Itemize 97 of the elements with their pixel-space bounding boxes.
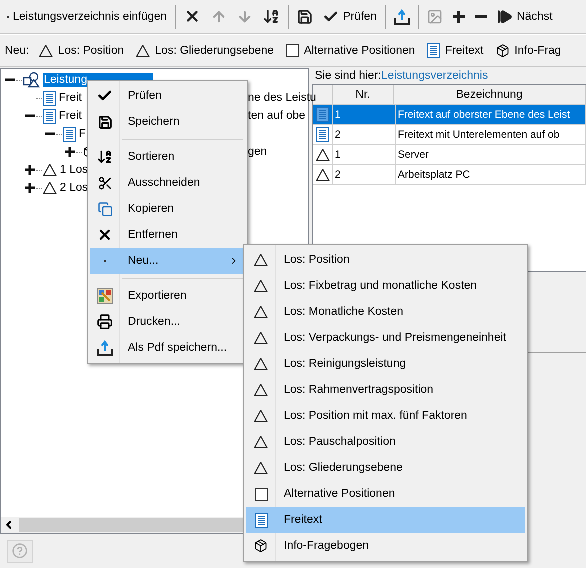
triangle-icon <box>254 436 268 448</box>
document-icon <box>316 127 329 142</box>
document-icon <box>254 512 268 528</box>
new-item-button[interactable]: Los: Gliederungsebene <box>134 42 276 58</box>
triangle-icon <box>43 182 57 194</box>
menu-item[interactable]: Kopieren <box>90 196 245 222</box>
toolbar-button[interactable]: Nächst <box>492 4 558 28</box>
new-item-button[interactable]: Alternative Positionen <box>284 42 418 59</box>
expand-icon[interactable] <box>25 165 35 175</box>
tree-item-text: ne des Leistu <box>248 92 316 104</box>
save-icon <box>98 114 112 130</box>
menu-item[interactable]: Los: Pauschalposition <box>246 429 525 455</box>
help-icon <box>12 543 28 559</box>
image-icon <box>426 8 443 24</box>
menu-item[interactable]: Los: Fixbetrag und monatliche Kosten <box>246 273 525 299</box>
triangle-icon <box>254 384 268 396</box>
tree-item[interactable]: 1 Los <box>59 163 90 177</box>
triangle-icon <box>254 410 268 422</box>
breadcrumb-link[interactable]: Leistungsverzeichnis <box>381 70 488 82</box>
menu-item[interactable]: Alternative Positionen <box>246 481 525 507</box>
table-cell: Freitext auf oberster Ebene des Leist <box>396 105 586 124</box>
expand-icon[interactable] <box>25 183 35 193</box>
menu-item[interactable]: Los: Verpackungs- und Preismengeneinheit <box>246 325 525 351</box>
export-icon <box>97 288 113 304</box>
triangle-icon <box>316 148 330 160</box>
tree-item-text: gen <box>248 146 268 158</box>
document-icon <box>63 126 76 142</box>
tree-item[interactable]: F <box>78 127 88 141</box>
new-item-button[interactable]: Freitext <box>425 41 486 60</box>
copy-icon <box>98 202 112 216</box>
triangle-icon <box>254 254 268 266</box>
document-icon <box>43 108 56 124</box>
step-forward-icon <box>496 8 513 24</box>
table-cell: Freitext mit Unterelementen auf ob <box>396 125 586 144</box>
triangle-icon <box>254 332 268 344</box>
minus-icon <box>474 15 487 18</box>
box-icon <box>254 539 268 553</box>
column-header[interactable]: Nr. <box>333 85 394 104</box>
upload-icon <box>97 340 113 356</box>
triangle-icon <box>254 462 268 474</box>
scissors-icon <box>98 176 112 190</box>
close-icon <box>97 227 113 243</box>
document-icon <box>43 90 56 106</box>
breadcrumb-label: Sie sind hier: <box>315 70 382 82</box>
menu-item[interactable]: Los: Reinigungsleistung <box>246 351 525 377</box>
triangle-icon <box>254 280 268 292</box>
toolbar-button[interactable]: Leistungsverzeichnis einfügen <box>2 6 172 26</box>
expand-icon[interactable] <box>65 147 75 157</box>
box-icon <box>496 44 510 58</box>
checkbox-icon <box>254 488 268 500</box>
menu-item[interactable]: Prüfen <box>90 83 245 109</box>
save-icon <box>297 8 314 24</box>
document-icon <box>316 107 329 122</box>
sort-icon <box>263 8 280 25</box>
menu-item[interactable]: Los: Gliederungsebene <box>246 455 525 481</box>
menu-item[interactable]: Ausschneiden <box>90 170 245 196</box>
table-cell: 1 <box>333 105 396 124</box>
new-item-button[interactable]: Info-Frag <box>494 42 564 60</box>
tree-item[interactable]: 2 Los <box>59 181 90 195</box>
tree-item[interactable]: Freit <box>58 91 83 105</box>
menu-item[interactable]: Los: Monatliche Kosten <box>246 299 525 325</box>
table-cell: 1 <box>333 145 396 164</box>
table-cell: 2 <box>333 165 396 184</box>
menu-item[interactable]: Freitext <box>246 507 525 533</box>
menu-item[interactable]: Los: Rahmenvertragsposition <box>246 377 525 403</box>
printer-icon <box>97 314 113 330</box>
shapes-icon <box>23 72 41 88</box>
triangle-icon <box>136 44 150 56</box>
new-item-button[interactable]: Los: Position <box>37 42 126 58</box>
tree-item[interactable]: Freit <box>58 109 83 123</box>
new-label: Neu: <box>5 44 30 56</box>
menu-item[interactable]: Exportieren <box>90 283 245 309</box>
column-header[interactable]: Bezeichnung <box>394 85 586 104</box>
menu-item[interactable]: Als Pdf speichern... <box>90 335 245 361</box>
menu-item[interactable]: Los: Position mit max. fünf Faktoren <box>246 403 525 429</box>
triangle-icon <box>254 358 268 370</box>
menu-item[interactable]: Sortieren <box>90 144 245 170</box>
plus-icon <box>452 10 465 22</box>
triangle-icon <box>316 168 330 180</box>
toolbar-button[interactable]: Prüfen <box>318 4 382 28</box>
document-icon <box>427 43 440 58</box>
sort-icon <box>97 149 113 165</box>
upload-icon <box>394 8 410 24</box>
table-cell: Arbeitsplatz PC <box>396 165 586 184</box>
triangle-icon <box>254 306 268 318</box>
menu-item[interactable]: Drucken... <box>90 309 245 335</box>
table-cell: 2 <box>333 125 396 144</box>
checkbox-icon <box>286 44 300 57</box>
menu-item[interactable]: Speichern <box>90 109 245 135</box>
menu-item[interactable]: Los: Position <box>246 247 525 273</box>
menu-item[interactable]: Entfernen <box>90 222 245 248</box>
table-cell: Server <box>396 145 586 164</box>
menu-item[interactable]: Info-Fragebogen <box>246 533 525 559</box>
triangle-icon <box>39 44 54 56</box>
tree-item-text: ten auf obe <box>248 110 306 122</box>
triangle-icon <box>43 164 57 176</box>
menu-item[interactable]: Neu... <box>90 248 245 274</box>
